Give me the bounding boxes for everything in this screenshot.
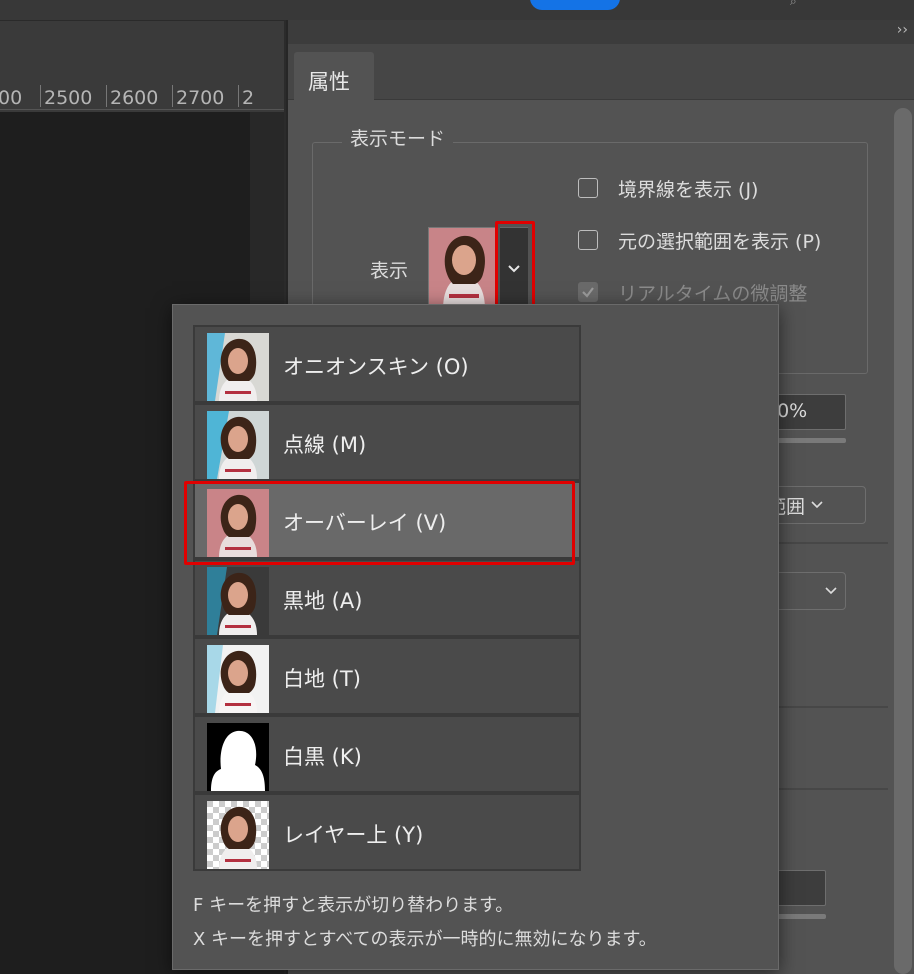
highlight-dropdown-button: [495, 221, 535, 309]
ruler-tick: 2: [237, 85, 255, 109]
panel-tab-row: 属性: [288, 44, 914, 100]
view-mode-item-marching-ants[interactable]: 点線 (M): [193, 403, 581, 481]
view-mode-item-label: 点線 (M): [283, 433, 367, 457]
checkbox-box: [578, 282, 598, 302]
app-window: ⌕ 00 2500 2600 2700 2 ›› 属性 表示モード 表示 境界線…: [0, 0, 914, 974]
view-mode-item-on-black[interactable]: 黒地 (A): [193, 559, 581, 637]
view-mode-title: 表示モード: [342, 124, 454, 151]
view-mode-item-label: 白地 (T): [283, 667, 361, 691]
on-layers-thumbnail: [207, 801, 269, 869]
ruler-tick: 00: [0, 87, 23, 109]
onion-skin-thumbnail: [207, 333, 269, 401]
view-mode-item-on-white[interactable]: 白地 (T): [193, 637, 581, 715]
view-mode-item-on-layers[interactable]: レイヤー上 (Y): [193, 793, 581, 871]
tab-properties[interactable]: 属性: [294, 52, 374, 100]
chevron-down-icon: [825, 587, 837, 595]
hint-disable-views: X キーを押すとすべての表示が一時的に無効になります。: [193, 929, 657, 950]
share-button[interactable]: [530, 0, 620, 10]
view-mode-item-black-white[interactable]: 白黒 (K): [193, 715, 581, 793]
tab-properties-label: 属性: [308, 70, 350, 94]
ruler-tick: 2700: [171, 85, 225, 109]
on-white-thumbnail: [207, 645, 269, 713]
view-mode-item-label: オニオンスキン (O): [283, 355, 469, 379]
checkbox-label: 境界線を表示 (J): [618, 178, 759, 201]
panel-header: ››: [288, 20, 914, 44]
checkbox-show-original[interactable]: 元の選択範囲を表示 (P): [578, 226, 821, 254]
view-mode-item-label: レイヤー上 (Y): [283, 823, 424, 847]
checkbox-label: 元の選択範囲を表示 (P): [618, 230, 822, 253]
black-white-thumbnail: [207, 723, 269, 791]
top-bar: ⌕: [0, 0, 914, 20]
view-mode-preview[interactable]: [428, 227, 498, 309]
collapse-panel-icon[interactable]: ››: [897, 22, 908, 38]
checkbox-box[interactable]: [578, 230, 598, 250]
ruler-baseline: [0, 109, 284, 110]
checkbox-realtime-refinement: リアルタイムの微調整: [578, 278, 807, 306]
highlight-overlay-item: [184, 481, 575, 565]
view-mode-popup: オニオンスキン (O) 点線 (M) オーバーレイ (V) 黒地 (A) 白地 …: [172, 304, 779, 970]
checkbox-show-edge[interactable]: 境界線を表示 (J): [578, 174, 758, 202]
view-mode-item-label: 白黒 (K): [283, 745, 362, 769]
search-icon[interactable]: ⌕: [790, 0, 797, 9]
checkbox-box[interactable]: [578, 178, 598, 198]
on-black-thumbnail: [207, 567, 269, 635]
checkbox-label: リアルタイムの微調整: [618, 282, 808, 305]
view-label: 表示: [370, 260, 409, 282]
horizontal-ruler: 00 2500 2600 2700 2: [0, 20, 284, 112]
view-mode-item-label: 黒地 (A): [283, 589, 363, 613]
panel-scrollbar[interactable]: [894, 108, 912, 974]
chevron-down-icon: [811, 501, 823, 509]
ruler-tick: 2600: [105, 85, 159, 109]
ruler-tick: 2500: [39, 85, 93, 109]
view-mode-item-onion-skin[interactable]: オニオンスキン (O): [193, 325, 581, 403]
checkmark-icon: [582, 287, 594, 298]
marching-ants-thumbnail: [207, 411, 269, 479]
hint-toggle-view: F キーを押すと表示が切り替わります。: [193, 895, 514, 916]
